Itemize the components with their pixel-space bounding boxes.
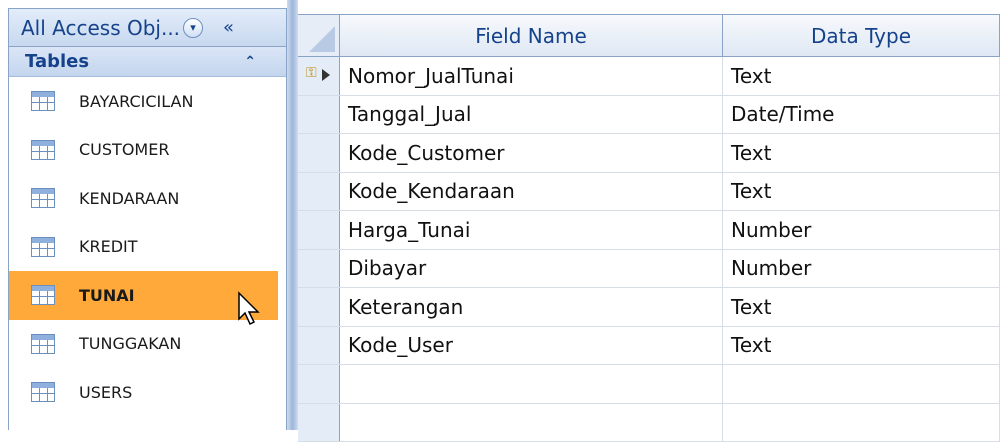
data-type-cell[interactable]: Text [723,134,1000,172]
data-type-cell[interactable]: Text [723,57,1000,95]
select-all-corner[interactable] [298,15,340,56]
data-type-cell[interactable]: Text [723,327,1000,365]
row-selector[interactable] [298,173,340,211]
field-name-cell[interactable] [340,365,723,403]
nav-item-label: KREDIT [79,237,138,256]
row-selector[interactable] [298,211,340,249]
nav-item-label: KENDARAAN [79,189,179,208]
row-selector[interactable] [298,365,340,403]
row-selector[interactable] [298,327,340,365]
table-row: Keterangan Text [298,288,1000,327]
field-name-header[interactable]: Field Name [340,15,723,56]
nav-item-tunai[interactable]: TUNAI [9,271,278,320]
table-icon [31,188,55,208]
data-type-cell[interactable] [723,365,1000,403]
nav-item-label: USERS [79,383,132,402]
table-row: Kode_Kendaraan Text [298,173,1000,212]
tables-group-label: Tables [25,51,89,72]
navigation-pane-header[interactable]: All Access Obj... ▾ « [9,9,286,47]
field-name-cell[interactable]: Keterangan [340,288,723,326]
tables-group-header[interactable]: Tables ⌃ [9,47,286,77]
navigation-pane-title[interactable]: All Access Obj... [21,16,180,40]
field-name-cell[interactable]: Harga_Tunai [340,211,723,249]
row-selector[interactable] [298,250,340,288]
field-name-cell[interactable]: Nomor_JualTunai [340,57,723,95]
data-type-cell[interactable]: Text [723,173,1000,211]
field-name-cell[interactable]: Kode_Kendaraan [340,173,723,211]
navigation-pane: All Access Obj... ▾ « Tables ⌃ BAYARCICI… [8,8,287,430]
table-row: Tanggal_Jual Date/Time [298,96,1000,135]
table-row [298,404,1000,442]
table-icon [31,91,55,111]
table-row: Kode_Customer Text [298,134,1000,173]
nav-item-label: BAYARCICILAN [79,92,193,111]
nav-item-bayarcicilan[interactable]: BAYARCICILAN [9,77,286,126]
table-icon [31,285,55,305]
table-row: Kode_User Text [298,327,1000,366]
table-row: Dibayar Number [298,250,1000,289]
grid-header-row: Field Name Data Type [298,15,1000,57]
field-name-cell[interactable] [340,404,723,442]
field-name-cell[interactable]: Kode_User [340,327,723,365]
data-type-cell[interactable] [723,404,1000,442]
table-row [298,365,1000,404]
current-row-arrow-icon [322,69,330,81]
nav-item-label: CUSTOMER [79,140,169,159]
nav-item-tunggakan[interactable]: TUNGGAKAN [9,320,286,369]
pane-splitter[interactable] [287,0,298,430]
field-name-cell[interactable]: Kode_Customer [340,134,723,172]
nav-item-label: TUNGGAKAN [79,334,181,353]
table-icon [31,382,55,402]
table-row: ⚿ Nomor_JualTunai Text [298,57,1000,96]
field-name-cell[interactable]: Dibayar [340,250,723,288]
row-selector[interactable] [298,134,340,172]
nav-item-label: TUNAI [79,286,135,305]
row-selector[interactable] [298,288,340,326]
table-design-grid: Field Name Data Type ⚿ Nomor_JualTunai T… [298,14,1000,430]
nav-item-customer[interactable]: CUSTOMER [9,126,286,175]
chevron-down-icon[interactable]: ▾ [183,18,203,38]
table-icon [31,237,55,257]
data-type-cell[interactable]: Date/Time [723,96,1000,134]
field-name-cell[interactable]: Tanggal_Jual [340,96,723,134]
row-selector[interactable] [298,96,340,134]
nav-item-kendaraan[interactable]: KENDARAAN [9,174,286,223]
table-icon [31,334,55,354]
data-type-cell[interactable]: Number [723,250,1000,288]
data-type-cell[interactable]: Text [723,288,1000,326]
data-type-cell[interactable]: Number [723,211,1000,249]
row-selector[interactable]: ⚿ [298,57,340,95]
table-icon [31,140,55,160]
nav-item-kredit[interactable]: KREDIT [9,223,286,272]
nav-item-users[interactable]: USERS [9,368,286,417]
data-type-header[interactable]: Data Type [723,15,1000,56]
collapse-pane-button[interactable]: « [223,17,232,38]
chevron-up-icon[interactable]: ⌃ [244,54,256,70]
primary-key-icon: ⚿ [306,65,317,81]
table-row: Harga_Tunai Number [298,211,1000,250]
row-selector[interactable] [298,404,340,442]
